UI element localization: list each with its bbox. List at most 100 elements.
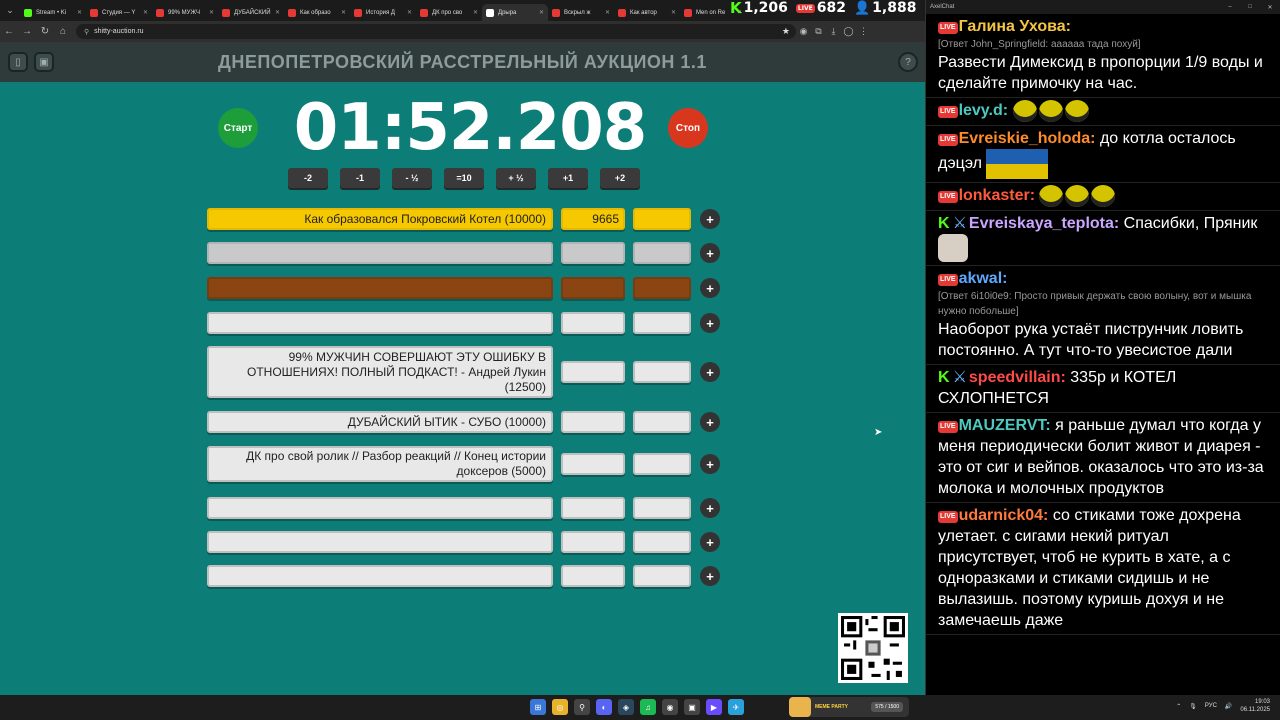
tab-close-icon[interactable]: ✕ — [668, 9, 676, 16]
obs-icon[interactable]: ◉ — [662, 699, 678, 715]
lot-sum-field[interactable] — [561, 411, 625, 433]
stop-button[interactable]: Стоп — [668, 108, 708, 148]
lot-add-amount-field[interactable] — [633, 565, 691, 587]
tab-close-icon[interactable]: ✕ — [74, 9, 82, 16]
forward-icon[interactable]: → — [18, 26, 36, 37]
app-icon[interactable]: ▣ — [684, 699, 700, 715]
steam-icon[interactable]: ◈ — [618, 699, 634, 715]
tab-close-icon[interactable]: ✕ — [404, 9, 412, 16]
lot-name-field[interactable] — [207, 565, 553, 587]
chrome-icon[interactable]: ◎ — [552, 699, 568, 715]
tab-close-icon[interactable]: ✕ — [536, 9, 544, 16]
extension-icon[interactable]: ◉ — [796, 26, 811, 37]
tab-close-icon[interactable]: ✕ — [470, 9, 478, 16]
maximize-icon[interactable]: □ — [1240, 4, 1260, 11]
lot-sum-field[interactable] — [561, 361, 625, 383]
lot-add-amount-field[interactable] — [633, 411, 691, 433]
tab-close-icon[interactable]: ✕ — [206, 9, 214, 16]
browser-tab[interactable]: Stream • Ki ✕ — [20, 4, 86, 21]
lot-name-field[interactable]: ДК про свой ролик // Разбор реакций // К… — [207, 446, 553, 482]
discord-icon[interactable]: ◐ — [596, 699, 612, 715]
lot-sum-field[interactable] — [561, 277, 625, 299]
lot-sum-field[interactable] — [561, 453, 625, 475]
browser-tab[interactable]: Дрыра ✕ — [482, 4, 548, 21]
site-info-icon[interactable]: ⚲ — [84, 28, 89, 36]
tab-close-icon[interactable]: ✕ — [338, 9, 346, 16]
lot-sum-field[interactable] — [561, 565, 625, 587]
lot-name-field[interactable]: Как образовался Покровский Котел (10000) — [207, 208, 553, 230]
lot-name-field[interactable] — [207, 277, 553, 299]
browser-tab[interactable]: 99% МУЖЧ ✕ — [152, 4, 218, 21]
lot-add-button[interactable]: + — [700, 278, 720, 298]
clock[interactable]: 19:03 06.11.2025 — [1240, 698, 1270, 714]
browser-tab[interactable]: ДУБАЙСКИЙ ✕ — [218, 4, 284, 21]
lot-name-field[interactable] — [207, 531, 553, 553]
menu-kebab-icon[interactable]: ⋮ — [856, 26, 871, 37]
timer-adjust-button[interactable]: -1 — [340, 168, 380, 188]
lot-add-button[interactable]: + — [700, 243, 720, 263]
lot-add-button[interactable]: + — [700, 362, 720, 382]
tab-close-icon[interactable]: ✕ — [272, 9, 280, 16]
timer-adjust-button[interactable]: +2 — [600, 168, 640, 188]
mic-icon[interactable]: 🎙 — [1189, 703, 1197, 710]
lot-add-button[interactable]: + — [700, 566, 720, 586]
start-button[interactable]: Старт — [218, 108, 258, 148]
lot-add-button[interactable]: + — [700, 313, 720, 333]
lot-add-button[interactable]: + — [700, 209, 720, 229]
volume-icon[interactable]: 🔊 — [1225, 703, 1232, 710]
browser-tab[interactable]: Как образо ✕ — [284, 4, 350, 21]
timer-adjust-button[interactable]: =10 — [444, 168, 484, 188]
profile-icon[interactable]: ◯ — [841, 26, 856, 37]
lot-add-button[interactable]: + — [700, 532, 720, 552]
lot-sum-field[interactable] — [561, 312, 625, 334]
lot-add-amount-field[interactable] — [633, 497, 691, 519]
start-menu-icon[interactable]: ⊞ — [530, 699, 546, 715]
tab-close-icon[interactable]: ✕ — [140, 9, 148, 16]
lot-add-amount-field[interactable] — [633, 361, 691, 383]
browser-tab[interactable]: Вскрыл ж ✕ — [548, 4, 614, 21]
language-indicator[interactable]: РУС — [1205, 703, 1217, 709]
minimize-icon[interactable]: – — [1220, 4, 1240, 11]
lot-add-amount-field[interactable] — [633, 453, 691, 475]
bookmark-star-icon[interactable]: ★ — [782, 26, 790, 37]
lot-sum-field[interactable] — [561, 242, 625, 264]
browser-tab[interactable]: ДК про сво ✕ — [416, 4, 482, 21]
browser-tab[interactable]: Как автор ✕ — [614, 4, 680, 21]
back-icon[interactable]: ← — [0, 26, 18, 37]
telegram-icon[interactable]: ✈ — [728, 699, 744, 715]
lot-name-field[interactable]: ДУБАЙСКИЙ ЫТИК - СУБО (10000) — [207, 411, 553, 433]
lot-name-field[interactable] — [207, 312, 553, 334]
timer-adjust-button[interactable]: -2 — [288, 168, 328, 188]
player-icon[interactable]: ▶ — [706, 699, 722, 715]
browser-tab[interactable]: Студия — Y ✕ — [86, 4, 152, 21]
tray-arrow-icon[interactable]: ⌃ — [1176, 703, 1181, 710]
lot-add-button[interactable]: + — [700, 412, 720, 432]
download-icon[interactable]: ⤓ — [826, 26, 841, 37]
lot-add-amount-field[interactable] — [633, 312, 691, 334]
tab-search-icon[interactable]: ⌄ — [0, 0, 20, 21]
reload-icon[interactable]: ↻ — [36, 26, 54, 37]
home-icon[interactable]: ⌂ — [54, 26, 72, 37]
lot-name-field[interactable]: 99% МУЖЧИН СОВЕРШАЮТ ЭТУ ОШИБКУ В ОТНОШЕ… — [207, 346, 553, 398]
tab-close-icon[interactable]: ✕ — [602, 9, 610, 16]
lot-add-amount-field[interactable] — [633, 277, 691, 299]
close-icon[interactable]: ✕ — [1260, 4, 1280, 11]
browser-tab[interactable]: История Д ✕ — [350, 4, 416, 21]
lot-add-amount-field[interactable] — [633, 208, 691, 230]
search-icon[interactable]: ⚲ — [574, 699, 590, 715]
extensions-puzzle-icon[interactable]: ⧉ — [811, 26, 826, 37]
timer-adjust-button[interactable]: +1 — [548, 168, 588, 188]
lot-sum-field[interactable] — [561, 531, 625, 553]
lot-add-button[interactable]: + — [700, 498, 720, 518]
spotify-icon[interactable]: ♫ — [640, 699, 656, 715]
help-icon[interactable]: ? — [898, 52, 918, 72]
lot-sum-field[interactable]: 9665 — [561, 208, 625, 230]
url-field[interactable]: ⚲ shitty-auction.ru ★ — [76, 24, 796, 39]
lot-add-amount-field[interactable] — [633, 531, 691, 553]
lot-sum-field[interactable] — [561, 497, 625, 519]
timer-adjust-button[interactable]: + ½ — [496, 168, 536, 188]
lot-name-field[interactable] — [207, 242, 553, 264]
lot-add-amount-field[interactable] — [633, 242, 691, 264]
timer-adjust-button[interactable]: - ½ — [392, 168, 432, 188]
lot-add-button[interactable]: + — [700, 454, 720, 474]
